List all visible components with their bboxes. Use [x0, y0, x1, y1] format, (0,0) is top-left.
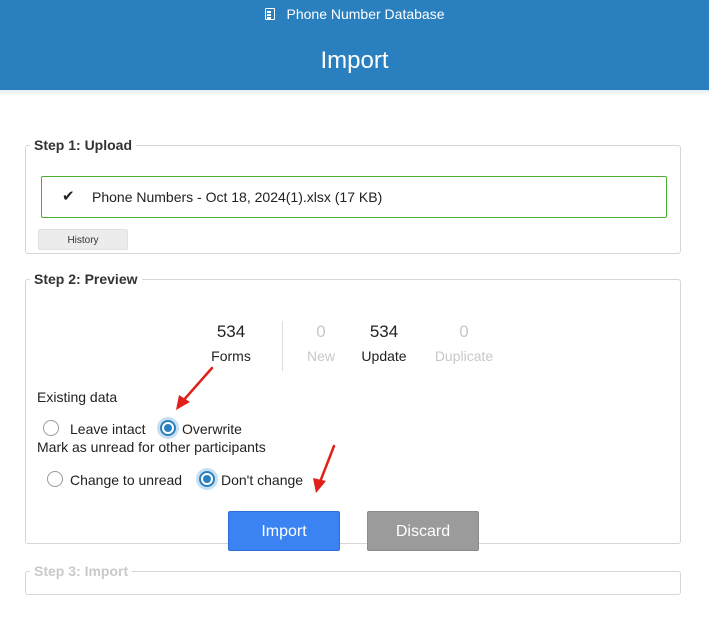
step2-preview-section: Step 2: Preview 534 Forms 0 New 534 Upda…: [25, 271, 681, 551]
stat-update-value: 534: [369, 322, 399, 341]
stat-update-label: Update: [361, 348, 407, 364]
radio-overwrite-label[interactable]: Overwrite: [182, 421, 242, 437]
app-title: Phone Number Database: [286, 6, 445, 22]
document-icon: [264, 8, 275, 20]
import-button[interactable]: Import: [228, 511, 340, 551]
radio-dont-change[interactable]: [199, 471, 215, 487]
discard-button[interactable]: Discard: [367, 511, 479, 551]
radio-change-to-unread[interactable]: [47, 471, 63, 487]
step2-legend: Step 2: Preview: [34, 271, 138, 287]
header-shadow: [0, 90, 709, 96]
checkmark-icon: ✔: [62, 188, 75, 205]
stat-duplicate-value: 0: [459, 322, 469, 341]
uploaded-file-box: ✔ Phone Numbers - Oct 18, 2024(1).xlsx (…: [41, 176, 667, 218]
page-title: Import: [320, 47, 389, 74]
stat-duplicate-label: Duplicate: [434, 348, 494, 364]
app-header: Phone Number Database Import: [0, 0, 709, 90]
step3-legend: Step 3: Import: [34, 563, 129, 579]
mark-unread-label: Mark as unread for other participants: [37, 439, 266, 455]
history-button[interactable]: History: [38, 229, 128, 250]
stat-update: 534 Update: [339, 321, 429, 365]
app-title-bar: Phone Number Database: [0, 5, 709, 23]
step1-legend: Step 1: Upload: [34, 137, 133, 153]
stat-forms: 534 Forms: [186, 321, 276, 365]
step3-import-section: Step 3: Import: [25, 563, 681, 595]
step1-upload-section: Step 1: Upload ✔ Phone Numbers - Oct 18,…: [25, 137, 681, 254]
radio-leave-intact-label[interactable]: Leave intact: [70, 421, 146, 437]
annotation-arrow-overwrite: [176, 366, 214, 410]
radio-leave-intact[interactable]: [43, 420, 59, 436]
stat-duplicate: 0 Duplicate: [419, 321, 509, 365]
existing-data-label: Existing data: [37, 389, 118, 405]
radio-dont-change-label[interactable]: Don't change: [221, 472, 303, 488]
uploaded-file-name: Phone Numbers - Oct 18, 2024(1).xlsx (17…: [92, 189, 383, 205]
radio-overwrite[interactable]: [160, 420, 176, 436]
stat-forms-value: 534: [216, 322, 246, 341]
radio-change-to-unread-label[interactable]: Change to unread: [70, 472, 182, 488]
annotation-arrow-import: [313, 444, 336, 493]
